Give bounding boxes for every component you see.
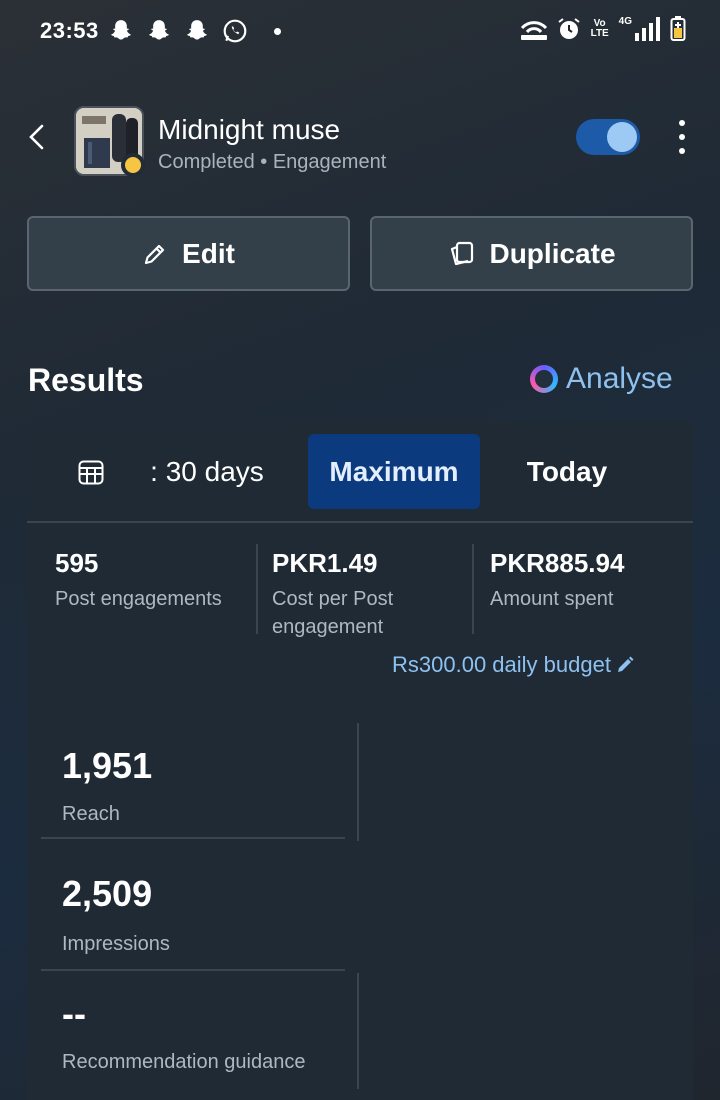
metric-value: PKR885.94 xyxy=(490,548,625,578)
divider xyxy=(357,973,359,1089)
campaign-status: Completed • Engagement xyxy=(158,151,387,173)
results-heading: Results xyxy=(28,362,144,398)
wifi-hotspot-icon xyxy=(520,21,547,40)
stat-impressions: 2,509 Impressions xyxy=(41,841,345,971)
more-notifications-dot xyxy=(274,27,281,35)
tab-maximum[interactable]: Maximum xyxy=(308,434,480,509)
metric-post-engagements: 595 Post engagements xyxy=(55,548,255,613)
metric-cost-per-engagement: PKR1.49 Cost per Post engagement xyxy=(272,548,462,641)
metric-value: PKR1.49 xyxy=(272,548,378,578)
notification-icons xyxy=(108,18,281,44)
metric-value: 595 xyxy=(55,548,99,578)
tab-30-days[interactable]: : 30 days xyxy=(137,434,277,509)
snapchat-icon xyxy=(149,20,169,40)
date-range-tabs: : 30 days Maximum Today xyxy=(27,420,693,523)
daily-budget-link[interactable]: Rs300.00 daily budget xyxy=(392,652,635,678)
stat-recommendation-guidance: -- Recommendation guidance xyxy=(41,973,345,1100)
stat-label: Recommendation guidance xyxy=(62,1051,306,1073)
status-time: 23:53 xyxy=(40,18,99,43)
status-bar: 23:53 Vo LTE 4G xyxy=(0,0,720,64)
stat-reach: 1,951 Reach xyxy=(41,723,345,839)
stat-value: -- xyxy=(62,993,86,1034)
snapchat-icon xyxy=(111,20,131,40)
analyse-link[interactable]: Analyse xyxy=(530,362,673,396)
whatsapp-icon xyxy=(223,19,247,43)
toggle-knob xyxy=(607,122,637,152)
alarm-icon xyxy=(558,18,580,39)
metric-label: Amount spent xyxy=(490,588,614,610)
duplicate-button[interactable]: Duplicate xyxy=(370,216,693,291)
stat-label: Impressions xyxy=(62,933,170,955)
divider xyxy=(357,723,359,841)
results-card: : 30 days Maximum Today 595 Post engagem… xyxy=(27,420,693,1100)
analyse-ring-icon xyxy=(530,365,558,393)
metric-label: Cost per Post engagement xyxy=(272,588,394,638)
metric-amount-spent: PKR885.94 Amount spent xyxy=(490,548,690,613)
battery-icon xyxy=(670,16,686,41)
network-type: 4G xyxy=(618,16,632,27)
duplicate-icon xyxy=(451,241,474,265)
tab-today[interactable]: Today xyxy=(497,434,637,509)
analyse-label: Analyse xyxy=(566,362,673,395)
edit-label: Edit xyxy=(182,237,235,269)
status-dot xyxy=(121,153,145,177)
campaign-title: Midnight muse xyxy=(158,114,341,145)
campaign-toggle[interactable] xyxy=(576,119,640,155)
stat-value: 2,509 xyxy=(62,873,153,914)
signal-icon xyxy=(635,17,660,41)
divider xyxy=(256,544,258,634)
calendar-icon[interactable] xyxy=(77,458,105,486)
snapchat-icon xyxy=(187,20,207,40)
metric-label: Post engagements xyxy=(55,588,222,610)
volte-icon: Vo LTE xyxy=(590,18,609,39)
more-options-icon[interactable] xyxy=(672,120,692,154)
back-arrow-icon[interactable] xyxy=(24,122,50,152)
edit-pencil-icon xyxy=(617,656,634,672)
system-icons: Vo LTE 4G xyxy=(519,16,686,42)
pencil-icon xyxy=(144,244,165,264)
divider xyxy=(472,544,474,634)
duplicate-label: Duplicate xyxy=(489,237,616,269)
stat-label: Reach xyxy=(62,803,120,825)
stat-value: 1,951 xyxy=(62,745,153,786)
edit-button[interactable]: Edit xyxy=(27,216,350,291)
daily-budget-label: Rs300.00 daily budget xyxy=(392,652,611,677)
